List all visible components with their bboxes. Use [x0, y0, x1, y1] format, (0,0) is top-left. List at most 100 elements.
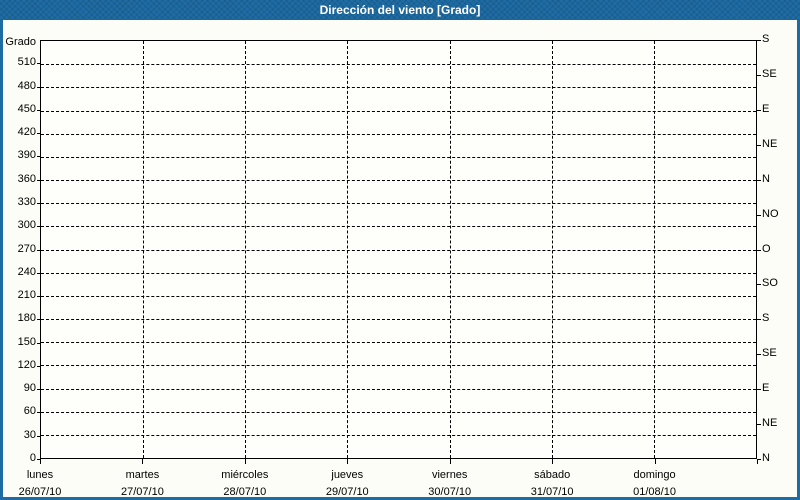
gridline-horizontal — [41, 365, 756, 367]
gridline-vertical — [551, 41, 553, 458]
y-axis-tick-mark-left — [37, 63, 40, 65]
y-axis-tick-mark-left — [37, 226, 40, 228]
y-axis-tick-mark-left — [37, 109, 40, 111]
y-axis-tick-label-left: 60 — [23, 405, 36, 418]
y-axis-tick-mark-left — [37, 179, 40, 181]
y-axis-tick-mark-right — [757, 249, 761, 251]
gridline-vertical — [449, 41, 451, 458]
gridline-horizontal — [41, 272, 756, 274]
y-axis-tick-label-left: 510 — [17, 56, 36, 69]
y-axis-tick-mark-right — [757, 424, 761, 426]
x-axis-tick-mark — [450, 459, 451, 464]
x-axis-date-label: 28/07/10 — [223, 486, 267, 498]
gridline-horizontal — [41, 319, 756, 320]
gridline-horizontal — [41, 87, 756, 89]
x-axis-day-label: domingo — [633, 469, 676, 481]
window-title-bar: Dirección del viento [Grado] — [0, 0, 800, 20]
y-axis-tick-mark-right — [757, 179, 761, 181]
y-axis-tick-label-left: 90 — [23, 382, 36, 395]
y-axis-tick-label-right: SE — [762, 67, 777, 80]
y-axis-tick-mark-left — [37, 389, 40, 391]
y-axis-tick-mark-left — [37, 156, 40, 158]
y-axis-tick-label-left: 0 — [29, 452, 36, 464]
y-axis-tick-mark-left — [37, 342, 40, 344]
gridline-horizontal — [41, 249, 756, 251]
plot-area — [40, 40, 757, 459]
y-axis-tick-label-left: 120 — [17, 358, 36, 371]
x-axis-day-label: jueves — [331, 469, 364, 481]
y-axis-tick-mark-right — [757, 284, 761, 286]
y-axis-tick-label-right: SE — [762, 347, 777, 360]
y-axis-tick-mark-right — [757, 144, 761, 146]
x-axis-tick-mark — [142, 459, 143, 464]
x-axis-day-label: viernes — [431, 469, 468, 481]
y-axis-tick-label-right: S — [762, 33, 770, 45]
y-axis-tick-mark-left — [37, 202, 40, 204]
y-axis-tick-mark-left — [37, 435, 40, 437]
gridline-horizontal — [41, 411, 756, 413]
y-axis-tick-mark-left — [37, 365, 40, 367]
gridline-horizontal — [41, 110, 756, 112]
chart-title: Dirección del viento [Grado] — [319, 3, 481, 17]
y-axis-tick-label-left: 30 — [23, 428, 36, 441]
y-axis-tick-label-right: N — [762, 452, 770, 464]
y-axis-tick-mark-right — [757, 354, 761, 356]
y-axis-tick-label-right: NE — [762, 417, 778, 430]
chart-window: Dirección del viento [Grado] Grado 510 48… — [0, 0, 800, 500]
y-axis-tick-label-right: S — [762, 312, 770, 325]
y-axis-tick-label-right: O — [762, 242, 771, 255]
gridline-horizontal — [41, 226, 756, 228]
gridline-vertical — [143, 41, 145, 458]
y-axis-tick-mark-right — [757, 319, 761, 321]
x-axis-date-label: 01/08/10 — [633, 486, 676, 498]
y-axis-tick-label-right: E — [762, 382, 770, 395]
y-axis-tick-mark-left — [37, 133, 40, 135]
y-axis-tick-label-right: E — [762, 102, 770, 115]
y-axis-tick-label-left: 480 — [17, 79, 36, 92]
x-axis-day-label: lunes — [26, 469, 54, 481]
x-axis-tick-mark — [347, 459, 348, 464]
y-axis-tick-mark-left — [37, 272, 40, 274]
y-axis-tick-mark-left — [37, 296, 40, 298]
y-axis-tick-label-left: 450 — [17, 102, 36, 115]
x-axis-date-label: 29/07/10 — [325, 486, 369, 498]
x-axis-day-label: sábado — [534, 469, 571, 481]
x-axis-date-label: 26/07/10 — [18, 486, 62, 498]
x-axis-tick-mark — [245, 459, 246, 464]
x-axis-tick-mark — [40, 459, 41, 464]
y-axis-tick-label-left: 360 — [17, 172, 36, 185]
x-axis-tick-mark — [655, 459, 656, 464]
y-axis-tick-label-left: 420 — [17, 126, 36, 139]
gridline-horizontal — [41, 388, 756, 390]
y-axis-tick-label-right: N — [762, 172, 770, 185]
x-axis-date-label: 30/07/10 — [428, 486, 472, 498]
y-axis-tick-mark-right — [757, 109, 761, 111]
y-axis-tick-mark-right — [757, 214, 761, 216]
x-axis-date-label: 31/07/10 — [530, 486, 574, 498]
gridline-vertical — [653, 41, 655, 458]
y-axis-tick-label-left: 300 — [17, 219, 36, 232]
gridline-vertical — [347, 41, 349, 458]
gridline-horizontal — [41, 342, 756, 344]
y-axis-tick-label-left: 390 — [17, 149, 36, 162]
y-axis-tick-mark-left — [37, 412, 40, 414]
gridline-horizontal — [41, 133, 756, 135]
y-axis-tick-mark-right — [757, 40, 761, 41]
y-axis-tick-label-left: 150 — [17, 335, 36, 348]
y-axis-tick-label-right: SO — [762, 277, 778, 290]
gridline-horizontal — [41, 180, 756, 181]
x-axis-tick-mark — [757, 459, 758, 464]
x-axis-tick-mark — [552, 459, 553, 464]
y-axis-tick-label-left: 270 — [17, 242, 36, 255]
y-axis-title: Grado — [5, 36, 36, 48]
y-axis-tick-mark-left — [37, 86, 40, 88]
x-axis-day-label: martes — [125, 469, 160, 481]
x-axis-date-label: 27/07/10 — [121, 486, 164, 498]
y-axis-tick-label-left: 180 — [17, 312, 36, 325]
y-axis-tick-label-left: 330 — [17, 195, 36, 208]
y-axis-tick-label-right: NE — [762, 137, 778, 150]
gridline-horizontal — [41, 64, 756, 66]
gridline-horizontal — [41, 434, 756, 436]
y-axis-tick-mark-right — [757, 74, 761, 76]
y-axis-tick-mark-right — [757, 389, 761, 391]
